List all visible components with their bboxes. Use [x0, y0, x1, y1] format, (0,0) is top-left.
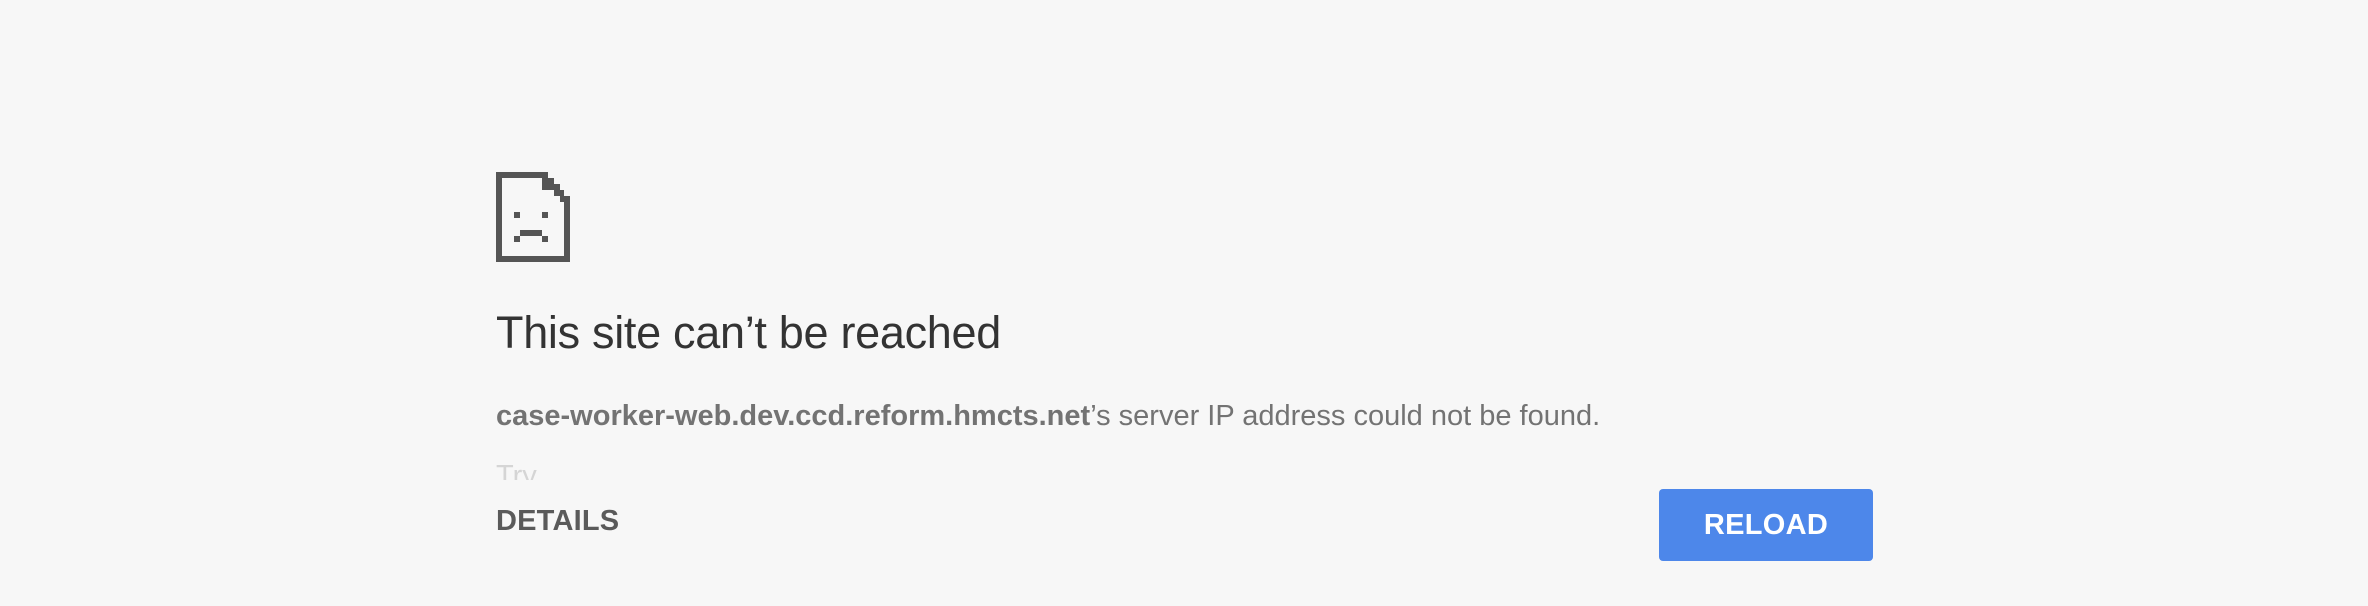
details-button[interactable]: DETAILS	[496, 505, 619, 538]
faded-suggestion-text: Try	[496, 460, 537, 480]
error-host: case-worker-web.dev.ccd.reform.hmcts.net	[496, 400, 1091, 432]
error-page: This site can’t be reached case-worker-w…	[0, 0, 2368, 606]
page-title: This site can’t be reached	[496, 307, 1001, 358]
error-message: case-worker-web.dev.ccd.reform.hmcts.net…	[496, 400, 1600, 433]
error-message-suffix: ’s server IP address could not be found.	[1090, 400, 1601, 432]
sad-page-icon	[496, 172, 570, 262]
reload-button[interactable]: RELOAD	[1659, 489, 1873, 561]
